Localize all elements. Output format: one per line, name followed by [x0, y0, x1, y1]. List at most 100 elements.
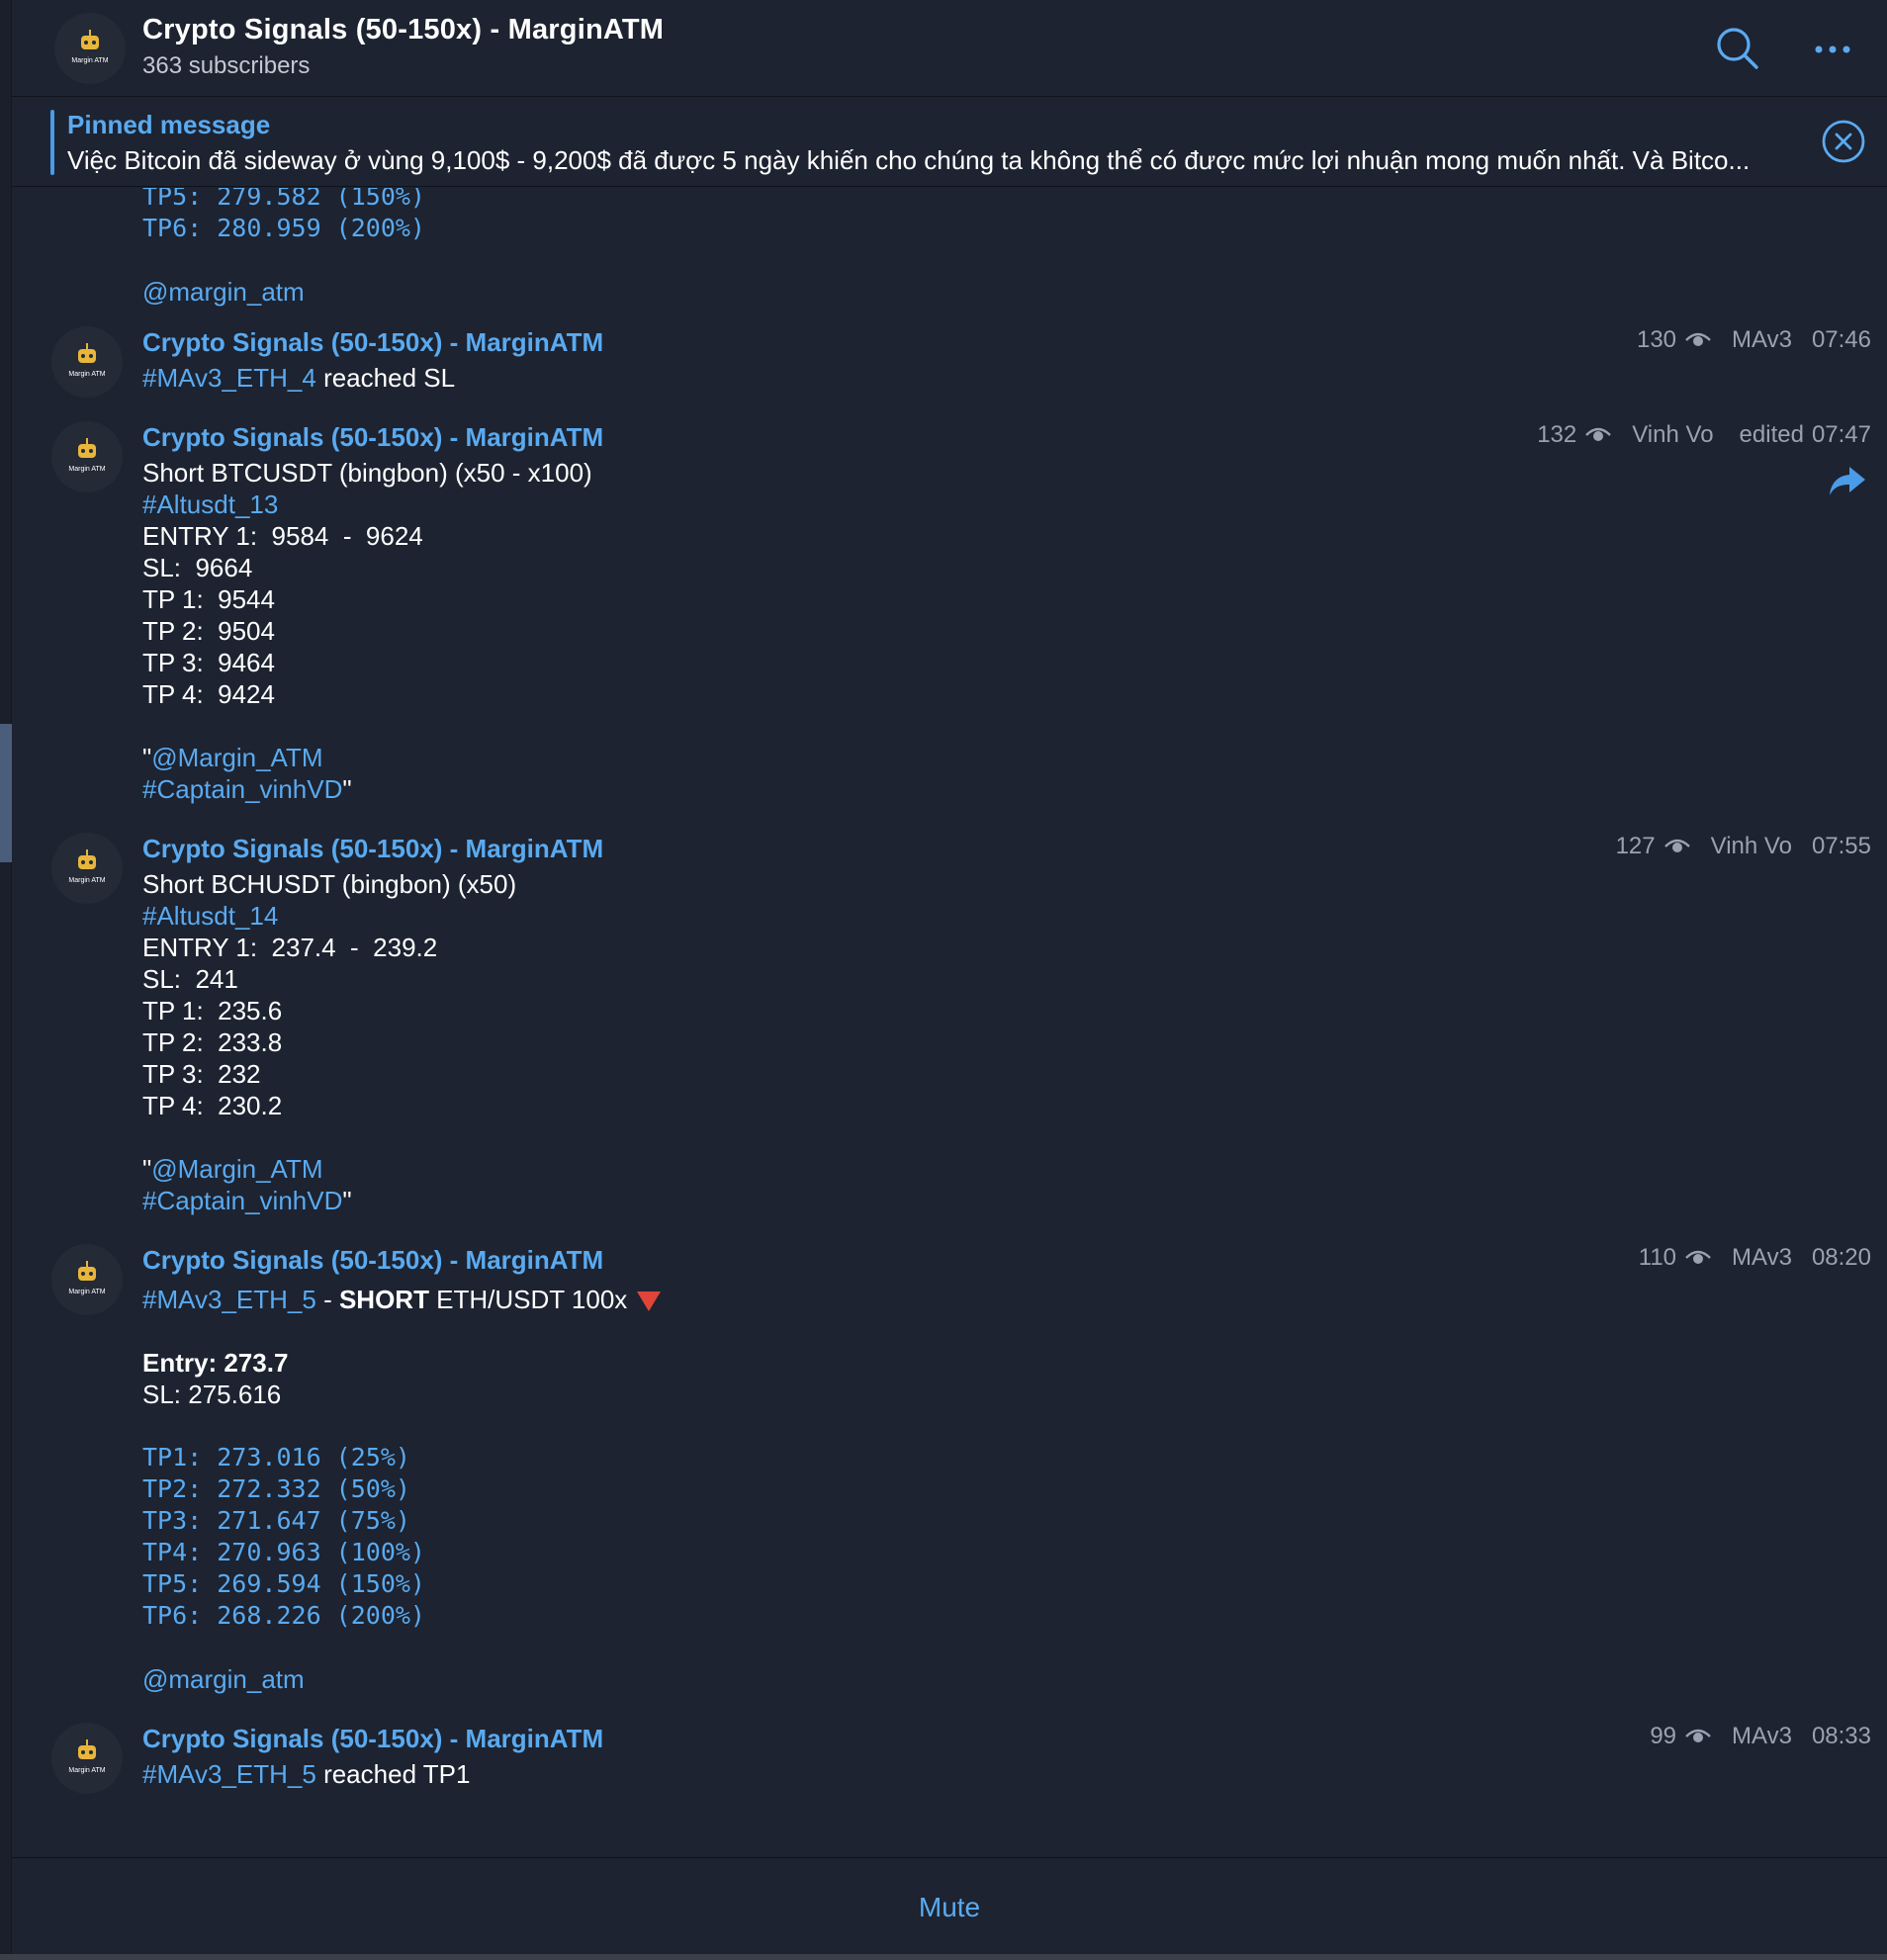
sender-avatar[interactable]: Margin ATM	[51, 833, 123, 904]
quote-mark: "	[342, 774, 352, 804]
signature-link[interactable]: @margin_atm	[142, 276, 305, 308]
hashtag-link[interactable]: #MAv3_ETH_5	[142, 1285, 316, 1314]
left-edge-panel	[0, 0, 12, 1960]
hashtag-link[interactable]: #Altusdt_14	[142, 900, 278, 932]
chat-window: Margin ATM Crypto Signals (50-150x) - Ma…	[12, 0, 1887, 1960]
scroll-indicator[interactable]	[0, 724, 12, 862]
svg-text:Margin ATM: Margin ATM	[68, 1767, 105, 1774]
mute-button[interactable]: Mute	[12, 1858, 1887, 1957]
signature-line-2: #Captain_vinhVD"	[142, 773, 352, 805]
message-item: Margin ATM Crypto Signals (50-150x) - Ma…	[12, 326, 1887, 415]
edited-label: edited	[1739, 421, 1804, 448]
tp-line: TP4: 270.963 (100%)	[142, 1538, 425, 1566]
message-time: 07:46	[1811, 326, 1871, 353]
post-author: MAv3	[1732, 1244, 1792, 1271]
tp6-line: TP6: 280.959 (200%)	[142, 214, 425, 242]
close-circle-icon	[1822, 120, 1865, 163]
close-pinned-button[interactable]	[1820, 118, 1867, 165]
message-text: #MAv3_ETH_4 reached SL	[142, 362, 455, 394]
message-meta: 110 MAv3 08:20	[1639, 1244, 1871, 1272]
mention-link[interactable]: @Margin_ATM	[151, 743, 322, 772]
message-meta: 132 Vinh Vo edited 07:47	[1537, 421, 1871, 449]
window-bottom-edge	[0, 1954, 1887, 1960]
sl-line: SL: 241	[142, 964, 238, 994]
sender-name[interactable]: Crypto Signals (50-150x) - MarginATM	[142, 1723, 603, 1754]
search-icon	[1717, 28, 1758, 69]
tp3-line: TP 3: 232	[142, 1059, 261, 1089]
svg-text:Margin ATM: Margin ATM	[68, 466, 105, 473]
signature-line-1: "@Margin_ATM	[142, 742, 323, 773]
tp-line: TP1: 273.016 (25%)	[142, 1443, 410, 1471]
pinned-accent-bar	[50, 110, 54, 175]
message-text: #MAv3_ETH_5 reached TP1	[142, 1758, 470, 1790]
signal-headline: #MAv3_ETH_5 - SHORT ETH/USDT 100x	[142, 1284, 662, 1315]
message-partial: TP5: 279.582 (150%) TP6: 280.959 (200%) …	[12, 188, 1887, 307]
sender-name[interactable]: Crypto Signals (50-150x) - MarginATM	[142, 421, 603, 453]
headline-dash: -	[315, 1285, 339, 1314]
channel-avatar[interactable]: Margin ATM	[54, 13, 126, 84]
eye-icon	[1663, 839, 1690, 852]
channel-title: Crypto Signals (50-150x) - MarginATM	[142, 14, 665, 45]
message-time: 08:20	[1811, 1244, 1871, 1271]
trading-pair: ETH/USDT 100x	[428, 1285, 628, 1314]
sender-name[interactable]: Crypto Signals (50-150x) - MarginATM	[142, 1244, 603, 1276]
tp-line: TP2: 272.332 (50%)	[142, 1474, 410, 1503]
forward-button[interactable]	[1828, 465, 1867, 498]
sender-avatar[interactable]: Margin ATM	[51, 1244, 123, 1315]
search-button[interactable]	[1713, 24, 1762, 73]
message-meta: 99 MAv3 08:33	[1650, 1723, 1871, 1750]
post-author: MAv3	[1732, 1723, 1792, 1749]
view-count: 127	[1615, 833, 1656, 859]
message-item: Margin ATM Crypto Signals (50-150x) - Ma…	[12, 421, 1887, 827]
hashtag-link[interactable]: #Altusdt_13	[142, 489, 278, 520]
view-count: 99	[1650, 1723, 1677, 1749]
eye-icon	[1585, 427, 1612, 441]
view-count: 110	[1638, 1244, 1677, 1271]
view-count: 132	[1537, 421, 1577, 448]
quote-mark: "	[142, 1154, 152, 1184]
entry-line: Entry: 273.7	[142, 1348, 289, 1378]
signature-line-2: #Captain_vinhVD"	[142, 1185, 352, 1216]
tp1-line: TP 1: 9544	[142, 584, 275, 614]
sender-avatar[interactable]: Margin ATM	[51, 1723, 123, 1794]
sl-line: SL: 9664	[142, 553, 253, 582]
message-item: Margin ATM Crypto Signals (50-150x) - Ma…	[12, 1723, 1887, 1812]
hashtag-link[interactable]: #MAv3_ETH_5	[142, 1759, 316, 1789]
sender-name[interactable]: Crypto Signals (50-150x) - MarginATM	[142, 833, 603, 864]
entry-line: ENTRY 1: 9584 - 9624	[142, 521, 423, 551]
more-dots-icon	[1815, 45, 1850, 53]
signal-title: Short BCHUSDT (bingbon) (x50)	[142, 869, 517, 899]
forward-arrow-icon	[1830, 467, 1865, 495]
sl-line: SL: 275.616	[142, 1380, 282, 1409]
chat-header: Margin ATM Crypto Signals (50-150x) - Ma…	[12, 0, 1887, 97]
signature-link[interactable]: @margin_atm	[142, 1663, 305, 1695]
sender-avatar[interactable]: Margin ATM	[51, 421, 123, 492]
tp1-line: TP 1: 235.6	[142, 996, 283, 1025]
post-author: MAv3	[1732, 326, 1792, 353]
message-feed[interactable]: TP5: 279.582 (150%) TP6: 280.959 (200%) …	[12, 188, 1887, 1857]
entry-line: ENTRY 1: 237.4 - 239.2	[142, 933, 438, 962]
tp-line: TP3: 271.647 (75%)	[142, 1506, 410, 1535]
mention-link[interactable]: @Margin_ATM	[151, 1154, 322, 1184]
hashtag-link[interactable]: #Captain_vinhVD	[142, 1186, 342, 1215]
sender-avatar[interactable]: Margin ATM	[51, 326, 123, 398]
sender-name[interactable]: Crypto Signals (50-150x) - MarginATM	[142, 326, 603, 358]
short-word: SHORT	[338, 1285, 429, 1314]
message-time: 08:33	[1811, 1723, 1871, 1749]
svg-text:Margin ATM: Margin ATM	[71, 57, 108, 64]
more-options-button[interactable]	[1810, 30, 1855, 69]
view-count: 130	[1636, 326, 1677, 353]
tp4-line: TP 4: 9424	[142, 679, 275, 709]
message-time: 07:47	[1811, 421, 1871, 448]
eye-icon	[1685, 1729, 1711, 1742]
message-meta: 127 Vinh Vo 07:55	[1616, 833, 1871, 860]
pinned-text: Việc Bitcoin đã sideway ở vùng 9,100$ - …	[67, 145, 1751, 175]
hashtag-link[interactable]: #MAv3_ETH_4	[142, 363, 316, 393]
hashtag-link[interactable]: #Captain_vinhVD	[142, 774, 342, 804]
svg-text:Margin ATM: Margin ATM	[68, 877, 105, 884]
subscriber-count: 363 subscribers	[142, 52, 311, 79]
signal-title: Short BTCUSDT (bingbon) (x50 - x100)	[142, 458, 592, 488]
pinned-message-bar[interactable]: Pinned message Việc Bitcoin đã sideway ở…	[12, 98, 1887, 187]
message-item: Margin ATM Crypto Signals (50-150x) - Ma…	[12, 833, 1887, 1238]
tp-line: TP6: 268.226 (200%)	[142, 1601, 425, 1630]
